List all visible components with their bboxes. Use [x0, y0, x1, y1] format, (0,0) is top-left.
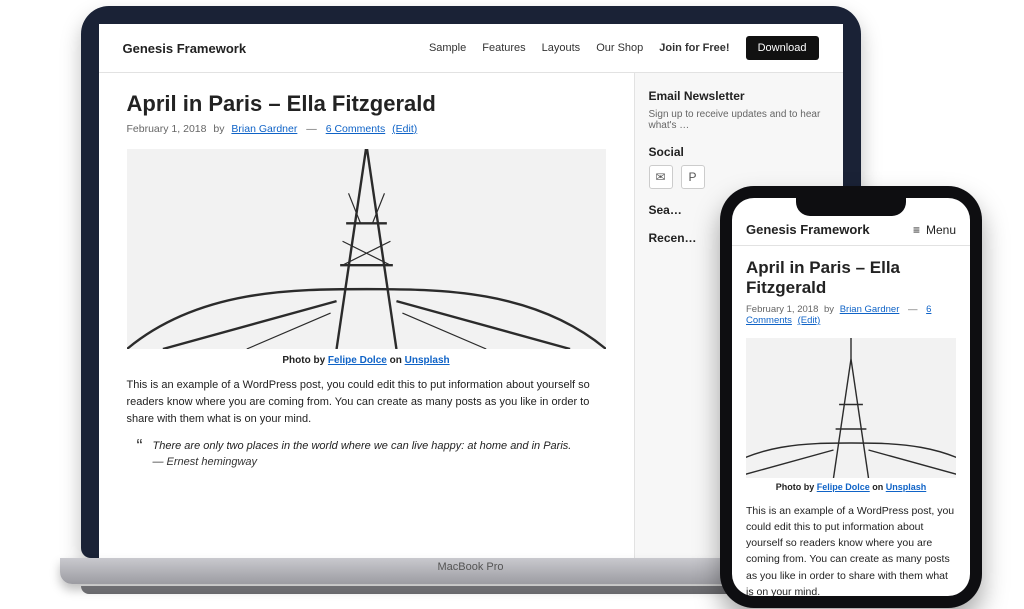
mobile-featured-image — [746, 338, 956, 478]
nav-layouts[interactable]: Layouts — [542, 42, 581, 54]
phone-device: Genesis Framework ≡ Menu April in Paris … — [720, 186, 982, 608]
caption-source-link[interactable]: Unsplash — [405, 355, 450, 366]
quote-text: There are only two places in the world w… — [153, 440, 572, 452]
by-label: by — [213, 123, 224, 135]
site-title[interactable]: Genesis Framework — [123, 41, 247, 56]
image-caption: Photo by Felipe Dolce on Unsplash — [127, 355, 606, 366]
nav-join[interactable]: Join for Free! — [659, 42, 729, 54]
post-author[interactable]: Brian Gardner — [231, 123, 297, 135]
mobile-menu-label: Menu — [926, 223, 956, 237]
site-header: Genesis Framework Sample Features Layout… — [99, 24, 843, 73]
newsletter-blurb: Sign up to receive updates and to hear w… — [649, 109, 829, 131]
post-body: This is an example of a WordPress post, … — [127, 377, 606, 428]
nav-shop[interactable]: Our Shop — [596, 42, 643, 54]
eiffel-tower-icon — [746, 338, 956, 478]
nav-features[interactable]: Features — [482, 42, 525, 54]
post-title: April in Paris – Ella Fitzgerald — [127, 91, 606, 117]
phone-notch — [796, 198, 906, 216]
mobile-post-meta: February 1, 2018 by Brian Gardner — 6 Co… — [746, 304, 956, 326]
newsletter-widget: Email Newsletter Sign up to receive upda… — [649, 89, 829, 131]
nav-sample[interactable]: Sample — [429, 42, 466, 54]
post-quote: There are only two places in the world w… — [137, 440, 606, 468]
meta-separator: — — [306, 123, 317, 135]
mobile-edit-link[interactable]: (Edit) — [798, 315, 821, 326]
email-icon[interactable]: ✉ — [649, 165, 673, 189]
comments-link[interactable]: 6 Comments — [326, 123, 386, 135]
download-button[interactable]: Download — [746, 36, 819, 60]
mobile-post-title: April in Paris – Ella Fitzgerald — [746, 258, 956, 298]
mobile-site-title[interactable]: Genesis Framework — [746, 222, 870, 237]
mobile-image-caption: Photo by Felipe Dolce on Unsplash — [746, 482, 956, 492]
mobile-caption-source-link[interactable]: Unsplash — [886, 482, 927, 492]
eiffel-tower-icon — [127, 149, 606, 349]
mobile-menu-toggle[interactable]: ≡ Menu — [913, 223, 956, 237]
primary-nav: Sample Features Layouts Our Shop Join fo… — [429, 36, 819, 60]
caption-author-link[interactable]: Felipe Dolce — [328, 355, 387, 366]
post-date: February 1, 2018 — [127, 123, 207, 135]
newsletter-title: Email Newsletter — [649, 89, 829, 103]
mobile-author-link[interactable]: Brian Gardner — [840, 304, 900, 315]
mobile-caption-author-link[interactable]: Felipe Dolce — [817, 482, 870, 492]
blog-post: April in Paris – Ella Fitzgerald Februar… — [99, 73, 634, 558]
hamburger-icon: ≡ — [913, 223, 920, 237]
social-widget: Social ✉ P — [649, 145, 829, 189]
mobile-blog-post: April in Paris – Ella Fitzgerald Februar… — [732, 246, 970, 596]
mobile-post-body: This is an example of a WordPress post, … — [746, 503, 956, 597]
post-meta: February 1, 2018 by Brian Gardner — 6 Co… — [127, 123, 606, 135]
pinterest-icon[interactable]: P — [681, 165, 705, 189]
featured-image — [127, 149, 606, 349]
quote-citation: — Ernest hemingway — [153, 456, 606, 468]
edit-link[interactable]: (Edit) — [392, 123, 417, 135]
social-title: Social — [649, 145, 829, 159]
